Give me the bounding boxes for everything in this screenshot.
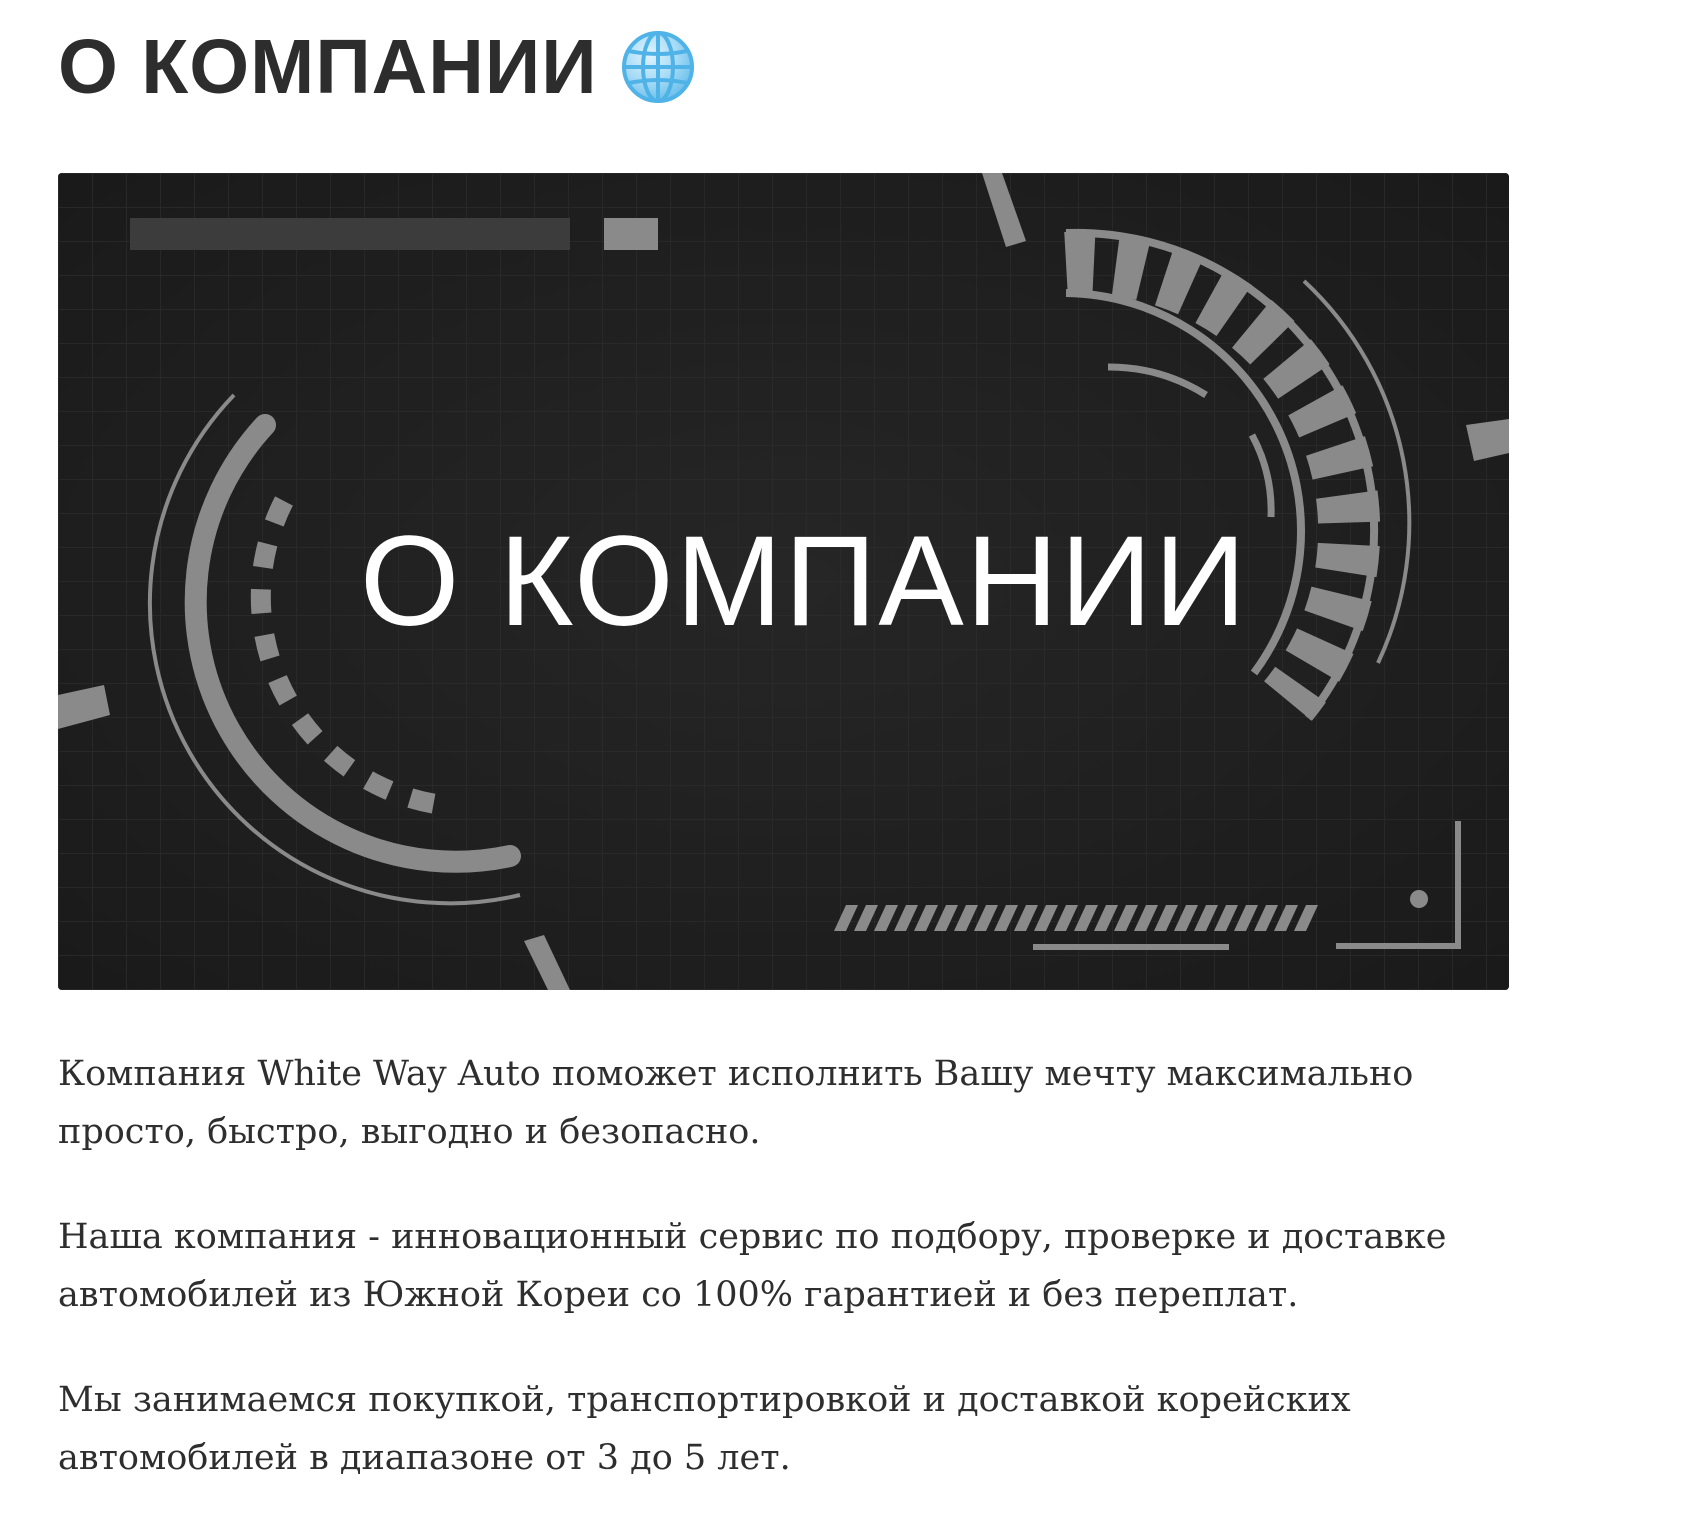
paragraph-intro: Компания White Way Auto поможет исполнит… <box>58 1054 1414 1152</box>
globe-icon <box>620 29 696 105</box>
paragraph-service: Наша компания - инновационный сервис по … <box>58 1217 1447 1315</box>
banner-image: О КОМПАНИИ <box>58 173 1509 990</box>
about-content: Компания White Way Auto поможет исполнит… <box>58 1045 1518 1534</box>
banner-title: О КОМПАНИИ <box>360 510 1248 653</box>
progress-bar-decor <box>130 218 570 250</box>
page-title: О КОМПАНИИ <box>58 24 598 110</box>
page-header: О КОМПАНИИ <box>58 22 696 112</box>
paragraph-range: Мы занимаемся покупкой, транспортировкой… <box>58 1380 1351 1478</box>
